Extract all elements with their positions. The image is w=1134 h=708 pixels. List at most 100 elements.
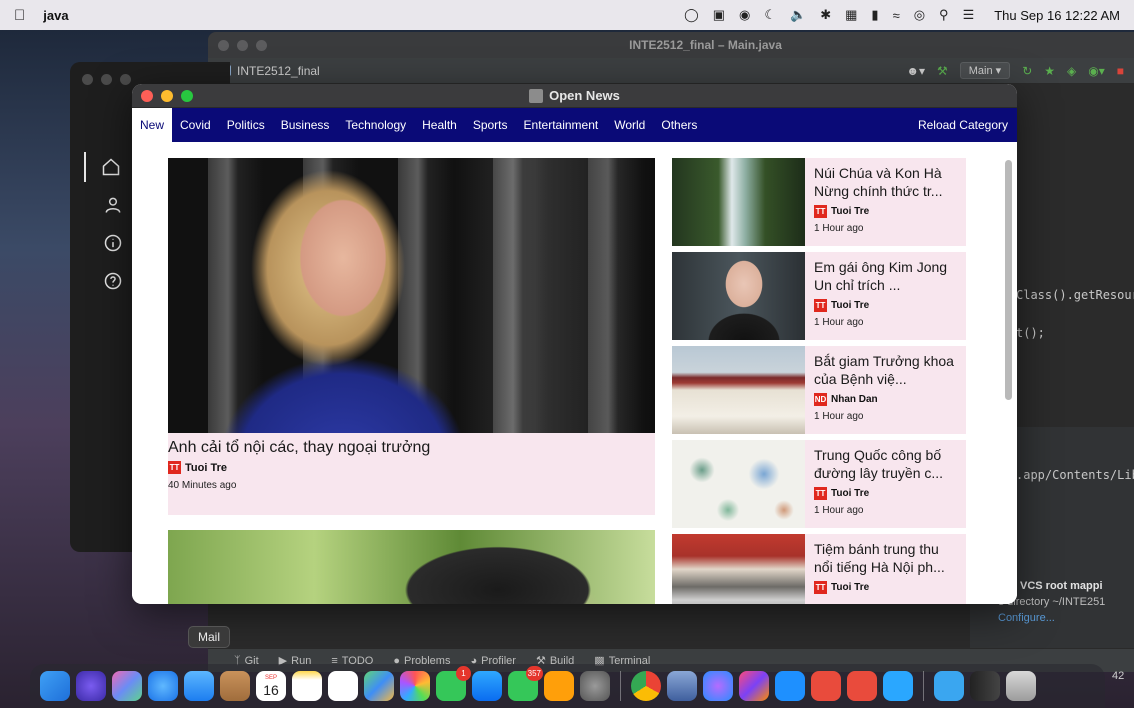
downloads-folder-icon[interactable] <box>934 671 964 701</box>
tab-others[interactable]: Others <box>653 108 705 142</box>
debug-icon[interactable]: ★ <box>1044 64 1055 78</box>
shield-icon[interactable]: ◯ <box>684 7 699 23</box>
chrome-icon[interactable] <box>631 671 661 701</box>
launchpad-icon[interactable] <box>112 671 142 701</box>
side-close-button[interactable] <box>82 74 93 85</box>
ide-zoom-button[interactable] <box>256 39 267 51</box>
system-preferences-icon[interactable] <box>580 671 610 701</box>
console-line[interactable]: .app/Contents/Lib <box>1016 468 1134 482</box>
books-icon[interactable] <box>544 671 574 701</box>
tab-sports[interactable]: Sports <box>465 108 516 142</box>
photos-icon[interactable] <box>400 671 430 701</box>
feed-scrollbar[interactable] <box>1005 160 1012 400</box>
code-line[interactable]: t(); <box>1016 326 1045 340</box>
battery-icon[interactable]: ▮ <box>871 7 878 23</box>
article-thumbnail[interactable] <box>672 534 805 604</box>
article-thumbnail[interactable] <box>672 158 805 246</box>
profile-icon[interactable]: ◉▾ <box>1088 64 1105 78</box>
article-thumbnail[interactable] <box>672 346 805 434</box>
project-breadcrumb[interactable]: INTE2512_final <box>218 64 320 78</box>
article-card[interactable]: Bắt giam Trưởng khoa của Bệnh việ... ND N… <box>672 346 966 434</box>
finder-icon[interactable] <box>40 671 70 701</box>
git-app-user-icon[interactable] <box>847 671 877 701</box>
app-store-icon[interactable] <box>472 671 502 701</box>
featured-article[interactable]: Anh cải tổ nội các, thay ngoại trưởng TT… <box>168 158 655 515</box>
tab-business[interactable]: Business <box>273 108 338 142</box>
user-icon[interactable]: ☻▾ <box>906 64 925 78</box>
stop-icon[interactable]: ■ <box>1117 64 1124 78</box>
tuoi-tre-logo-icon: TT <box>814 581 827 594</box>
article-thumbnail[interactable] <box>672 440 805 528</box>
tab-technology[interactable]: Technology <box>337 108 414 142</box>
tab-covid[interactable]: Covid <box>172 108 219 142</box>
tab-entertainment[interactable]: Entertainment <box>516 108 607 142</box>
apple-menu-icon[interactable]:  <box>14 7 25 24</box>
reload-category-button[interactable]: Reload Category <box>918 118 1017 132</box>
help-icon[interactable] <box>98 266 128 296</box>
maps-icon[interactable] <box>364 671 394 701</box>
search-icon[interactable]: ⚲ <box>939 7 949 23</box>
volume-icon[interactable]: 🔈 <box>790 7 806 23</box>
article-title[interactable]: Núi Chúa và Kon Hà Nừng chính thức tr... <box>814 164 958 200</box>
info-icon[interactable] <box>98 228 128 258</box>
ide-minimize-button[interactable] <box>237 39 248 51</box>
intellij-icon[interactable] <box>739 671 769 701</box>
tab-politics[interactable]: Politics <box>219 108 273 142</box>
safari-icon[interactable] <box>148 671 178 701</box>
code-line[interactable]: Class().getResour <box>1016 288 1134 302</box>
article-title[interactable]: Trung Quốc công bố đường lây truyền c... <box>814 446 958 482</box>
messenger-icon[interactable] <box>703 671 733 701</box>
input-method-icon[interactable]: ▦ <box>845 7 857 23</box>
ide-close-button[interactable] <box>218 39 229 51</box>
vscode-icon[interactable] <box>775 671 805 701</box>
coverage-icon[interactable]: ◈ <box>1067 64 1076 78</box>
article-thumbnail[interactable] <box>672 252 805 340</box>
notes-icon[interactable] <box>292 671 322 701</box>
side-minimize-button[interactable] <box>101 74 112 85</box>
control-center-icon[interactable]: ☰ <box>963 7 975 23</box>
mail-icon[interactable] <box>184 671 214 701</box>
article-title[interactable]: Em gái ông Kim Jong Un chỉ trích ... <box>814 258 958 294</box>
tab-health[interactable]: Health <box>414 108 465 142</box>
trash-icon[interactable] <box>1006 671 1036 701</box>
run-config-select[interactable]: Main ▾ <box>959 62 1011 79</box>
featured-article-title[interactable]: Anh cải tổ nội các, thay ngoại trưởng <box>168 439 655 457</box>
contacts-icon[interactable] <box>220 671 250 701</box>
hammer-icon[interactable]: ⚒ <box>937 64 948 78</box>
siri-icon[interactable] <box>76 671 106 701</box>
user-icon[interactable] <box>98 190 128 220</box>
tab-world[interactable]: World <box>606 108 653 142</box>
menu-clock[interactable]: Thu Sep 16 12:22 AM <box>994 8 1120 23</box>
article-title[interactable]: Bắt giam Trưởng khoa của Bệnh việ... <box>814 352 958 388</box>
article-card[interactable]: Tiệm bánh trung thu nổi tiếng Hà Nội ph.… <box>672 534 966 604</box>
run-icon[interactable]: ↻ <box>1022 64 1032 78</box>
news-feed[interactable]: Anh cải tổ nội các, thay ngoại trưởng TT… <box>132 142 1017 604</box>
window-icon[interactable]: ▣ <box>713 7 725 23</box>
facetime-icon[interactable]: 1 <box>436 666 471 701</box>
circle-app-icon[interactable]: ◉ <box>739 7 750 23</box>
vcs-configure-link[interactable]: Configure... <box>998 610 1134 626</box>
article-title[interactable]: Tiệm bánh trung thu nổi tiếng Hà Nội ph.… <box>814 540 958 576</box>
article-card[interactable]: Trung Quốc công bố đường lây truyền c...… <box>672 440 966 528</box>
second-featured-article-image[interactable] <box>168 530 655 604</box>
home-icon[interactable] <box>84 152 128 182</box>
finder-window-icon[interactable] <box>667 671 697 701</box>
vcs-notification: alid VCS root mappi e directory ~/INTE25… <box>998 578 1134 626</box>
moon-icon[interactable]: ☾ <box>764 7 776 23</box>
reminders-icon[interactable] <box>328 671 358 701</box>
side-zoom-button[interactable] <box>120 74 131 85</box>
article-card[interactable]: Em gái ông Kim Jong Un chỉ trích ... TT T… <box>672 252 966 340</box>
messages-icon[interactable]: 357 <box>508 666 543 701</box>
article-card[interactable]: Núi Chúa và Kon Hà Nừng chính thức tr...… <box>672 158 966 246</box>
bluetooth-icon[interactable]: ✱ <box>820 7 831 23</box>
ide-window-controls <box>218 39 267 51</box>
calendar-icon[interactable]: SEP 16 <box>256 671 286 701</box>
featured-article-image[interactable] <box>168 158 655 433</box>
app-menu-name[interactable]: java <box>43 8 68 23</box>
user-icon[interactable]: ◎ <box>914 7 925 23</box>
tab-new[interactable]: New <box>132 108 173 142</box>
git-app-icon[interactable] <box>811 671 841 701</box>
folder-icon[interactable] <box>883 671 913 701</box>
recent-window-icon[interactable] <box>970 671 1000 701</box>
wifi-icon[interactable]: ≈ <box>893 8 900 23</box>
